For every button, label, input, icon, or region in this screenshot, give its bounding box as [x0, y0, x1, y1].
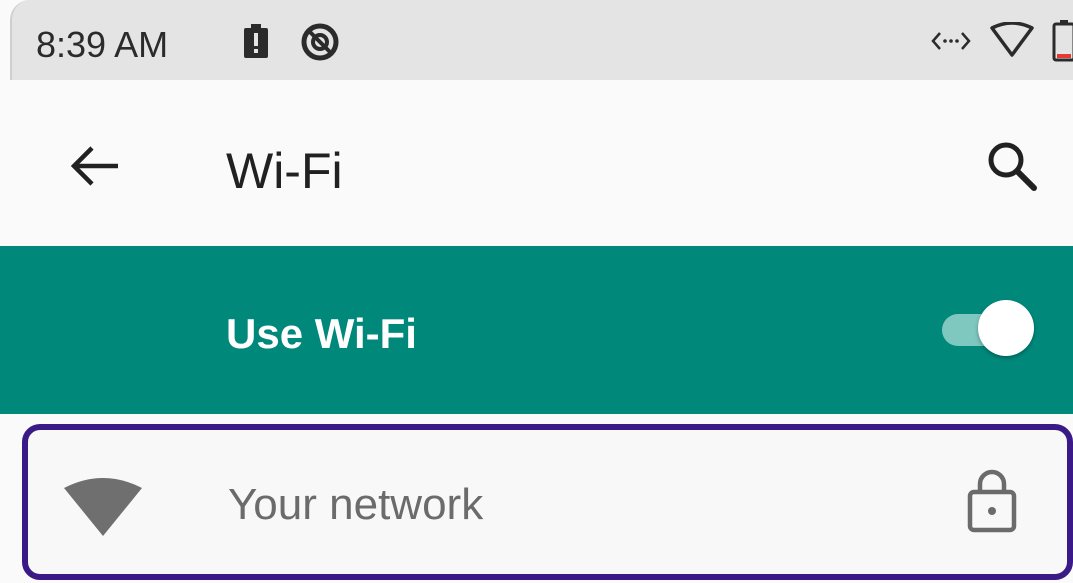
arrow-back-icon — [62, 146, 126, 202]
wifi-settings-screen: 8:39 AM Wi-Fi Use Wi-Fi Your network — [0, 0, 1073, 583]
app-bar: Wi-Fi — [0, 80, 1073, 246]
search-icon — [980, 142, 1044, 202]
toggle-thumb — [978, 300, 1034, 356]
back-button[interactable] — [62, 134, 126, 198]
wifi-toggle[interactable] — [938, 298, 1034, 362]
wifi-signal-icon — [62, 476, 144, 545]
battery-alert-icon — [244, 24, 268, 63]
search-button[interactable] — [980, 134, 1044, 198]
use-wifi-bar[interactable]: Use Wi-Fi — [0, 246, 1073, 414]
sync-off-icon — [300, 22, 340, 67]
use-wifi-label: Use Wi-Fi — [226, 310, 417, 357]
lock-icon — [964, 466, 1020, 539]
status-bar: 8:39 AM — [10, 0, 1073, 80]
battery-icon — [1052, 20, 1073, 67]
page-title: Wi-Fi — [226, 143, 343, 199]
wifi-outline-icon — [990, 21, 1034, 63]
data-arrows-icon — [930, 28, 972, 59]
network-name: Your network — [228, 480, 484, 529]
network-list-item[interactable]: Your network — [22, 424, 1073, 580]
status-time: 8:39 AM — [36, 24, 169, 65]
